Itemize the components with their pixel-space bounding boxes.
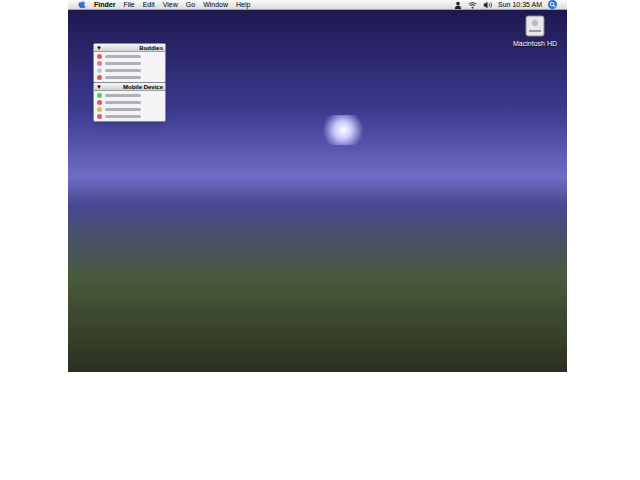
floating-panel[interactable]: ▼ Buddies xyxy=(93,43,166,83)
status-dot xyxy=(97,100,102,105)
apple-logo-icon[interactable] xyxy=(78,0,86,9)
panel-title-bar[interactable]: ▼ Mobile Device xyxy=(94,83,165,91)
menu-clock[interactable]: Sun 10:35 AM xyxy=(498,1,542,8)
panel-list xyxy=(94,52,165,82)
status-dot xyxy=(97,75,102,80)
menu-item[interactable]: Help xyxy=(236,1,250,8)
panel-row[interactable] xyxy=(94,67,165,74)
user-icon[interactable] xyxy=(454,1,462,9)
status-dot xyxy=(97,54,102,59)
volume-icon[interactable] xyxy=(483,1,492,9)
menu-bar: Finder File Edit View Go Window Help Sun 10:35 … xyxy=(68,0,567,10)
hard-drive-icon xyxy=(524,14,546,38)
menu-item[interactable]: File xyxy=(123,1,134,8)
panel-title: Mobile Device xyxy=(123,84,163,90)
panel-title-bar[interactable]: ▼ Buddies xyxy=(94,44,165,52)
wifi-icon[interactable] xyxy=(468,1,477,9)
screen: Finder File Edit View Go Window Help Sun 10:35 … xyxy=(0,0,640,480)
status-dot xyxy=(97,114,102,119)
panel-row[interactable] xyxy=(94,60,165,67)
panel-title: Buddies xyxy=(139,45,163,51)
panel-row[interactable] xyxy=(94,92,165,99)
blurred-name xyxy=(105,115,141,118)
menu-item[interactable]: Edit xyxy=(143,1,155,8)
desktop-icon-label: Macintosh HD xyxy=(513,40,557,47)
panel-toggle[interactable]: ▼ xyxy=(96,84,102,90)
blurred-name xyxy=(105,69,141,72)
screenshot: Finder File Edit View Go Window Help Sun 10:35 … xyxy=(68,0,567,372)
status-dot xyxy=(97,61,102,66)
status-dot xyxy=(97,107,102,112)
blurred-name xyxy=(105,108,141,111)
menu-item[interactable]: View xyxy=(163,1,178,8)
floating-panel[interactable]: ▼ Mobile Device xyxy=(93,82,166,122)
menu-item[interactable]: Finder xyxy=(94,1,115,8)
blurred-name xyxy=(105,62,141,65)
status-dot xyxy=(97,93,102,98)
blurred-name xyxy=(105,55,141,58)
desktop-icon[interactable]: Macintosh HD xyxy=(513,14,557,47)
spotlight-icon[interactable] xyxy=(548,0,557,9)
blurred-name xyxy=(105,76,141,79)
status-dot xyxy=(97,68,102,73)
sun-glow xyxy=(318,115,368,145)
panel-row[interactable] xyxy=(94,53,165,60)
panel-row[interactable] xyxy=(94,99,165,106)
desktop-wallpaper: Macintosh HD ▼ Buddies ▼ Mobile Device xyxy=(68,10,567,372)
panel-toggle[interactable]: ▼ xyxy=(96,45,102,51)
panel-list xyxy=(94,91,165,121)
blurred-name xyxy=(105,94,141,97)
panel-row[interactable] xyxy=(94,74,165,81)
panel-row[interactable] xyxy=(94,113,165,120)
menu-item[interactable]: Go xyxy=(186,1,195,8)
panel-row[interactable] xyxy=(94,106,165,113)
blurred-name xyxy=(105,101,141,104)
menu-item[interactable]: Window xyxy=(203,1,228,8)
